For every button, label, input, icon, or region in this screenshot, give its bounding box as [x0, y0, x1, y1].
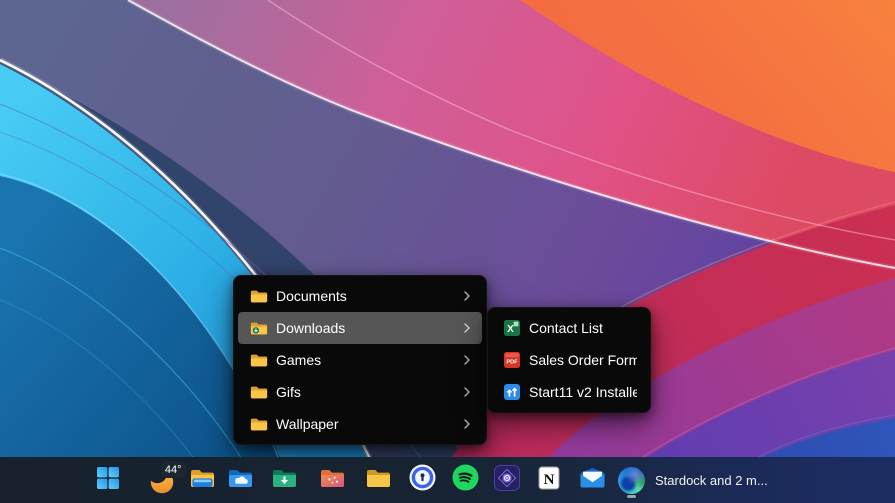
taskbar-pictures-folder[interactable]: [220, 460, 260, 500]
taskbar-window-label: Stardock and 2 m...: [655, 473, 768, 488]
documents-folder-icon: [365, 467, 392, 494]
onepassword-icon: [409, 464, 436, 496]
notion-icon: N: [536, 465, 562, 496]
chevron-right-icon: [461, 386, 473, 398]
folder-icon: [250, 385, 268, 400]
taskbar-notion[interactable]: N: [529, 460, 569, 500]
submenu-item-start11-installer[interactable]: Start11 v2 Installer: [492, 376, 646, 408]
menu-item-wallpaper[interactable]: Wallpaper: [238, 408, 482, 440]
start-button[interactable]: [88, 460, 128, 500]
taskbar-spotify[interactable]: [445, 460, 485, 500]
weather-widget-button[interactable]: 44°: [138, 460, 184, 500]
pictures-cloud-folder-icon: [227, 467, 254, 494]
running-indicator: [627, 495, 636, 498]
menu-item-gifs[interactable]: Gifs: [238, 376, 482, 408]
folder-flyout-menu: Documents Downloads Games: [233, 275, 487, 445]
folder-icon: [250, 417, 268, 432]
submenu-item-contact-list[interactable]: X Contact List: [492, 312, 646, 344]
windows-start-icon: [96, 466, 120, 495]
crescent-moon-icon: 44°: [148, 467, 175, 494]
menu-item-label: Downloads: [276, 320, 461, 336]
taskbar-1password[interactable]: [402, 460, 442, 500]
menu-item-downloads[interactable]: Downloads: [238, 312, 482, 344]
taskbar-media-app[interactable]: [487, 460, 527, 500]
pdf-file-icon: PDF: [503, 352, 521, 368]
svg-text:PDF: PDF: [506, 360, 518, 366]
taskbar: 44°: [0, 457, 895, 503]
chevron-right-icon: [461, 290, 473, 302]
submenu-item-label: Sales Order Form: [529, 352, 637, 368]
chevron-right-icon: [461, 322, 473, 334]
spotify-icon: [452, 464, 479, 496]
edge-icon: [618, 467, 645, 494]
menu-item-documents[interactable]: Documents: [238, 280, 482, 312]
media-app-icon: [494, 465, 520, 496]
menu-item-label: Games: [276, 352, 461, 368]
taskbar-edge-window-button[interactable]: Stardock and 2 m...: [606, 460, 784, 500]
file-explorer-icon: [189, 467, 216, 494]
folder-download-icon: [250, 321, 268, 336]
media-folder-icon: [319, 467, 346, 494]
submenu-item-label: Contact List: [529, 320, 637, 336]
taskbar-file-explorer[interactable]: [182, 460, 222, 500]
svg-text:X: X: [507, 324, 514, 335]
taskbar-downloads-folder[interactable]: [264, 460, 304, 500]
chevron-right-icon: [461, 418, 473, 430]
start11-installer-icon: [503, 384, 521, 400]
menu-item-games[interactable]: Games: [238, 344, 482, 376]
folder-icon: [250, 289, 268, 304]
chevron-right-icon: [461, 354, 473, 366]
mail-icon: [579, 466, 606, 494]
taskbar-documents-folder[interactable]: [358, 460, 398, 500]
menu-item-label: Wallpaper: [276, 416, 461, 432]
submenu-item-label: Start11 v2 Installer: [529, 384, 637, 400]
menu-item-label: Documents: [276, 288, 461, 304]
folder-icon: [250, 353, 268, 368]
excel-file-icon: X: [503, 320, 521, 336]
desktop-screen: Documents Downloads Games: [0, 0, 895, 503]
taskbar-media-folder[interactable]: [312, 460, 352, 500]
menu-item-label: Gifs: [276, 384, 461, 400]
svg-text:N: N: [544, 472, 555, 488]
submenu-item-sales-order-form[interactable]: PDF Sales Order Form: [492, 344, 646, 376]
downloads-folder-icon: [271, 467, 298, 494]
downloads-submenu: X Contact List PDF Sales Order Form Star…: [487, 307, 651, 413]
